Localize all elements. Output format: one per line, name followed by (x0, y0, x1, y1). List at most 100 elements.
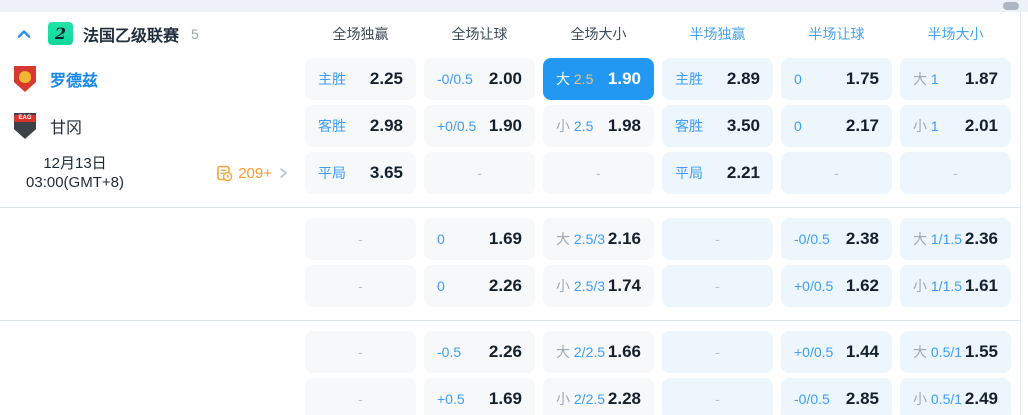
odds-label: +0/0.5 (437, 118, 477, 134)
odds-value: 2.28 (607, 389, 641, 408)
over-under-prefix: 大 (556, 344, 570, 360)
over-under-prefix: 大 (556, 71, 570, 87)
match-info-row: 12月13日 03:00(GMT+8) 209+ (0, 152, 297, 194)
column-header-4: 半场独赢 (689, 25, 746, 42)
odds-cell[interactable]: - (305, 378, 416, 415)
away-team-name: 甘冈 (50, 120, 83, 137)
odds-label: -0.5 (437, 344, 462, 360)
odds-cell[interactable]: 大 1 1.87 (900, 58, 1011, 100)
odds-cell[interactable]: 小 2.5 1.98 (543, 105, 654, 147)
odds-cell[interactable]: 小 0.5/1 2.49 (900, 378, 1011, 415)
odds-cell[interactable]: 0 1.75 (781, 58, 892, 100)
odds-value: 1.75 (845, 69, 879, 88)
odds-cell[interactable]: 小 1 2.01 (900, 105, 1011, 147)
odds-cell[interactable]: - (305, 265, 416, 307)
odds-label: +0.5 (437, 391, 465, 407)
odds-cell[interactable]: - (662, 265, 773, 307)
odds-value: 1.87 (964, 69, 998, 88)
odds-cell[interactable]: 小 2.5/3 1.74 (543, 265, 654, 307)
odds-label: 客胜 (675, 118, 703, 134)
over-under-prefix: 小 (556, 391, 570, 407)
odds-cell[interactable]: 小 2/2.5 2.28 (543, 378, 654, 415)
odds-cell[interactable]: - (424, 152, 535, 194)
odds-cell[interactable]: 大 2.5/3 2.16 (543, 218, 654, 260)
odds-cell[interactable]: -0/0.5 2.00 (424, 58, 535, 100)
over-under-line: 2.5 (570, 118, 594, 134)
odds-cell[interactable]: -0/0.5 2.38 (781, 218, 892, 260)
odds-cell[interactable]: - (305, 218, 416, 260)
odds-dash: - (715, 231, 720, 247)
odds-row: 甘冈客胜2.98+0/0.51.90小 2.51.98客胜3.5002.17小 … (0, 105, 1011, 147)
odds-label: +0/0.5 (794, 344, 834, 360)
league-panel: 2 法国乙级联赛 5 全场独赢 全场让球 全场大小 半场独赢 半场让球 半场大小 罗德兹 主… (0, 12, 1021, 415)
odds-cell[interactable]: 主胜 2.89 (662, 58, 773, 100)
over-under-line: 2.5/3 (570, 278, 606, 294)
over-under-line: 0.5/1 (927, 391, 963, 407)
odds-cell[interactable]: +0.5 1.69 (424, 378, 535, 415)
odds-label: 平局 (675, 165, 703, 181)
odds-cell[interactable]: - (662, 218, 773, 260)
odds-cell[interactable]: 0 1.69 (424, 218, 535, 260)
odds-cell[interactable]: 0 2.26 (424, 265, 535, 307)
odds-cell[interactable]: -0.5 2.26 (424, 331, 535, 373)
odds-cell[interactable]: 平局 2.21 (662, 152, 773, 194)
odds-cell[interactable]: - (900, 152, 1011, 194)
odds-cell[interactable]: 大 0.5/1 1.55 (900, 331, 1011, 373)
chevron-up-icon[interactable] (16, 26, 32, 42)
odds-cell[interactable]: +0/0.5 1.44 (781, 331, 892, 373)
odds-value: 1.55 (964, 342, 998, 361)
odds-cell[interactable]: -0/0.5 2.85 (781, 378, 892, 415)
odds-cell[interactable]: - (662, 378, 773, 415)
odds-label: 小 2/2.5 (556, 389, 605, 409)
left-spacer (0, 265, 297, 307)
odds-group-2: -0 1.69 大 2.5/3 2.16- -0/0.5 2.38 大 1/1.5 2.36-… (0, 207, 1021, 320)
odds-label: 小 0.5/1 (913, 389, 962, 409)
vertical-scrollbar-track[interactable] (1020, 12, 1028, 415)
odds-cell[interactable]: +0/0.5 1.90 (424, 105, 535, 147)
odds-cell[interactable]: - (305, 331, 416, 373)
over-under-line: 1/1.5 (927, 278, 963, 294)
over-under-prefix: 小 (913, 391, 927, 407)
league-header-left: 2 法国乙级联赛 5 (0, 22, 297, 46)
home-team-logo-icon (14, 66, 36, 92)
odds-group-1: 罗德兹 主胜 2.25 -0/0.5 2.00 大 2.5 1.90 主胜 2.89 0 1.75 大… (0, 55, 1021, 207)
odds-dash: - (834, 165, 839, 181)
odds-label: 小 2.5 (556, 116, 593, 136)
odds-cell[interactable]: - (662, 331, 773, 373)
odds-value: 2.26 (488, 276, 522, 295)
odds-cell[interactable]: +0/0.5 1.62 (781, 265, 892, 307)
more-markets-count: 209+ (238, 164, 272, 182)
odds-cell[interactable]: 大 2.5 1.90 (543, 58, 654, 100)
odds-cell[interactable]: 大 1/1.5 2.36 (900, 218, 1011, 260)
odds-cell[interactable]: 小 1/1.5 1.61 (900, 265, 1011, 307)
odds-label: 0 (437, 231, 445, 247)
odds-value: 1.69 (488, 229, 522, 248)
odds-dash: - (358, 231, 363, 247)
match-datetime: 12月13日 03:00(GMT+8) (10, 154, 140, 192)
odds-value: 1.90 (607, 69, 641, 88)
odds-cell[interactable]: 平局 3.65 (305, 152, 416, 194)
odds-cell[interactable]: 主胜 2.25 (305, 58, 416, 100)
more-markets-link[interactable]: 209+ (216, 165, 289, 182)
odds-cell[interactable]: 客胜 2.98 (305, 105, 416, 147)
odds-cell[interactable]: 客胜 3.50 (662, 105, 773, 147)
odds-cell[interactable]: 0 2.17 (781, 105, 892, 147)
odds-cell[interactable]: - (781, 152, 892, 194)
odds-dash: - (596, 165, 601, 181)
odds-label: -0/0.5 (794, 391, 830, 407)
home-team-name: 罗德兹 (50, 73, 99, 90)
odds-cell[interactable]: 大 2/2.5 1.66 (543, 331, 654, 373)
scrollbar-thumb[interactable] (1003, 2, 1019, 10)
over-under-prefix: 小 (913, 278, 927, 294)
odds-label: 平局 (318, 165, 346, 181)
left-spacer (0, 378, 297, 415)
odds-grid: 罗德兹 主胜 2.25 -0/0.5 2.00 大 2.5 1.90 主胜 2.89 0 1.75 大… (0, 55, 1021, 415)
odds-dash: - (715, 391, 720, 407)
over-under-prefix: 大 (913, 344, 927, 360)
column-header-2: 全场让球 (451, 25, 508, 42)
odds-dash: - (715, 344, 720, 360)
odds-value: 3.50 (726, 116, 760, 135)
odds-value: 2.21 (726, 163, 760, 182)
odds-cell[interactable]: - (543, 152, 654, 194)
odds-dash: - (358, 344, 363, 360)
